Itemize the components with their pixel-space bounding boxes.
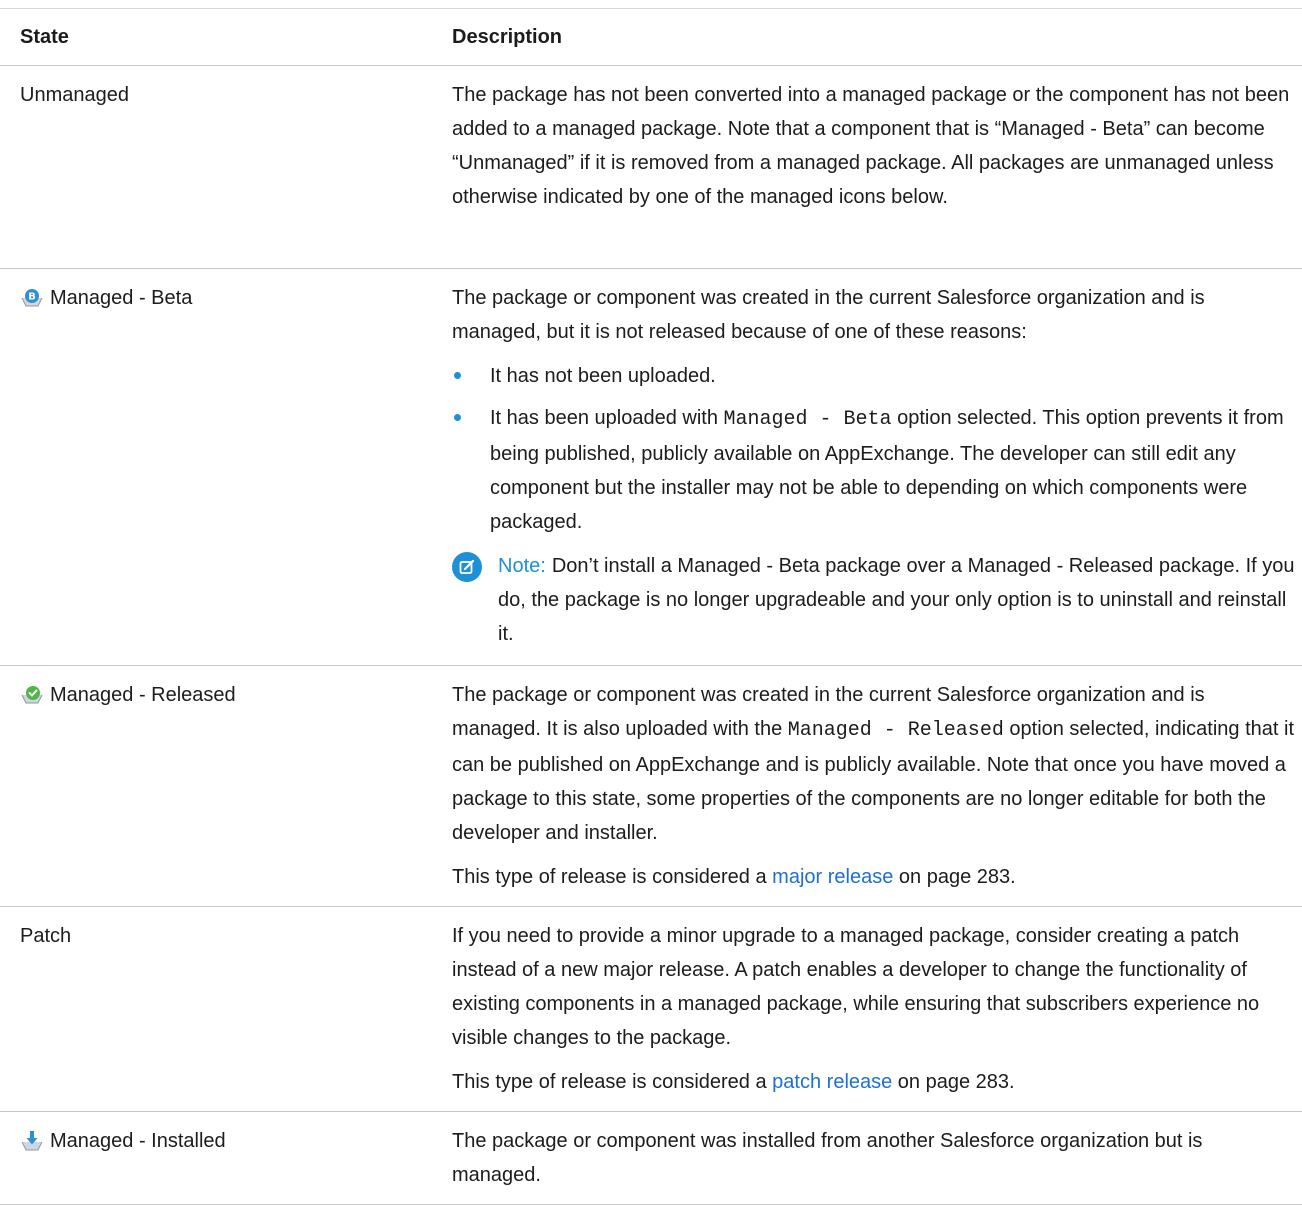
- state-label: Managed - Beta: [50, 287, 193, 309]
- state-label: Managed - Released: [50, 684, 236, 706]
- paragraph-text-end: on page 283.: [893, 866, 1016, 888]
- description-paragraph: The package or component was created in …: [452, 287, 1205, 343]
- state-cell: B Managed - Beta: [0, 268, 450, 666]
- note-body: Note: Don’t install a Managed - Beta pack…: [498, 549, 1296, 651]
- table-row: B Managed - Beta The package or componen…: [0, 268, 1302, 666]
- column-header-description: Description: [450, 8, 1302, 66]
- description-cell: The package or component was created in …: [450, 665, 1302, 907]
- state-cell: Managed - Released: [0, 665, 450, 907]
- reasons-list: It has not been uploaded. It has been up…: [452, 359, 1296, 539]
- release-type-paragraph: This type of release is considered a pat…: [452, 1065, 1296, 1099]
- column-header-state: State: [0, 8, 450, 66]
- state-label: Patch: [20, 925, 72, 947]
- code-option-name: Managed - Released: [787, 719, 1004, 742]
- managed-installed-icon: [20, 1129, 44, 1153]
- description-cell: The package or component was installed f…: [450, 1111, 1302, 1205]
- managed-released-icon: [20, 683, 44, 707]
- description-paragraph: The package has not been converted into …: [452, 84, 1290, 208]
- table-row: Patch If you need to provide a minor upg…: [0, 906, 1302, 1112]
- list-item-text: It has not been uploaded.: [490, 365, 716, 387]
- table-row: Unmanaged The package has not been conve…: [0, 65, 1302, 269]
- note-callout: Note: Don’t install a Managed - Beta pack…: [452, 549, 1296, 651]
- state-cell: Patch: [0, 906, 450, 1112]
- bullet-dot: [454, 372, 461, 379]
- paragraph-text-end: on page 283.: [892, 1071, 1015, 1093]
- list-item: It has been uploaded with Managed - Beta…: [452, 401, 1296, 539]
- state-cell: Managed - Installed: [0, 1111, 450, 1205]
- state-label: Unmanaged: [20, 84, 129, 106]
- table-row: Managed - Released The package or compon…: [0, 665, 1302, 907]
- bullet-dot: [454, 414, 461, 421]
- description-cell: The package or component was created in …: [450, 268, 1302, 666]
- note-label: Note:: [498, 555, 546, 577]
- paragraph-text-start: This type of release is considered a: [452, 1071, 773, 1093]
- edit-note-icon: [452, 552, 482, 582]
- description-paragraph: The package or component was created in …: [452, 678, 1296, 850]
- note-text: Don’t install a Managed - Beta package o…: [498, 555, 1295, 645]
- list-item-text-start: It has been uploaded with: [490, 407, 724, 429]
- managed-beta-icon: B: [20, 286, 44, 310]
- description-paragraph: The package or component was installed f…: [452, 1130, 1203, 1186]
- paragraph-text-start: This type of release is considered a: [452, 866, 773, 888]
- major-release-link[interactable]: major release: [772, 866, 893, 888]
- package-states-table: State Description Unmanaged The package …: [0, 8, 1302, 1205]
- list-item: It has not been uploaded.: [452, 359, 1296, 393]
- description-cell: The package has not been converted into …: [450, 65, 1302, 269]
- table-row: Managed - Installed The package or compo…: [0, 1111, 1302, 1205]
- description-paragraph: If you need to provide a minor upgrade t…: [452, 925, 1260, 1049]
- description-cell: If you need to provide a minor upgrade t…: [450, 906, 1302, 1112]
- release-type-paragraph: This type of release is considered a maj…: [452, 860, 1296, 894]
- state-cell: Unmanaged: [0, 65, 450, 269]
- svg-text:B: B: [28, 292, 36, 303]
- state-label: Managed - Installed: [50, 1130, 226, 1152]
- code-option-name: Managed - Beta: [723, 408, 892, 431]
- patch-release-link[interactable]: patch release: [772, 1071, 892, 1093]
- table-header-row: State Description: [0, 8, 1302, 66]
